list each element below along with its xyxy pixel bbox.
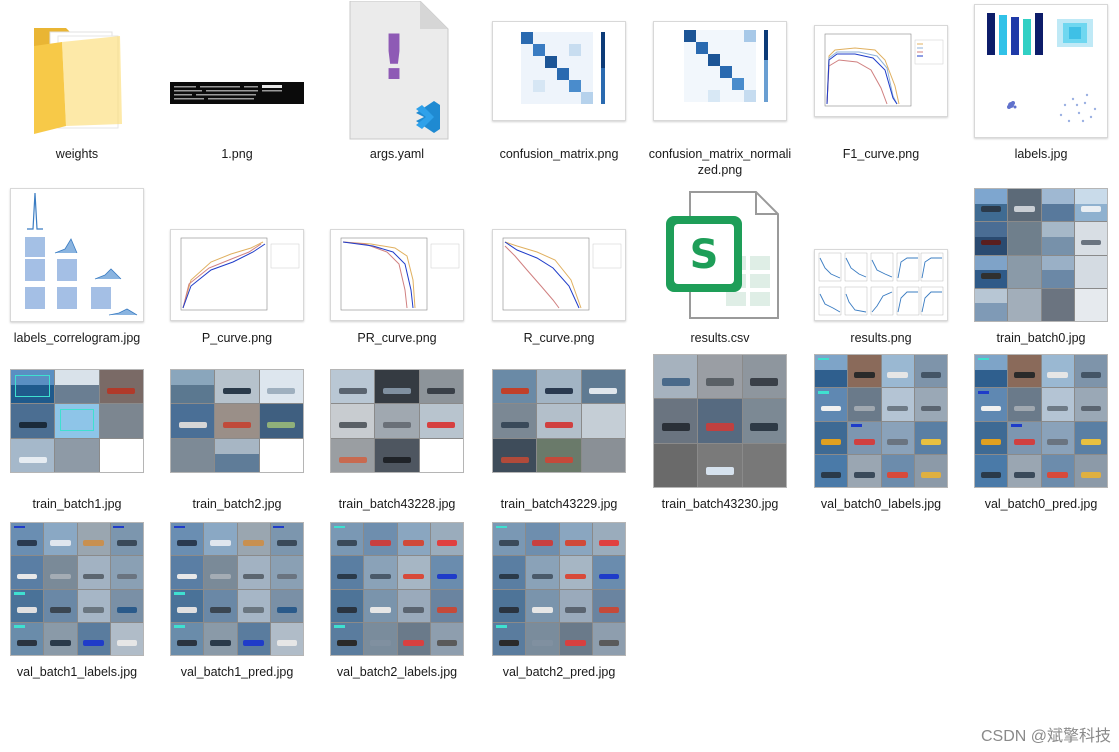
spreadsheet-icon: S — [653, 188, 787, 322]
photo-mosaic — [330, 369, 464, 473]
file-tile[interactable]: train_batch43228.jpg — [322, 354, 472, 512]
file-tile[interactable]: val_batch0_pred.jpg — [966, 354, 1116, 512]
file-name: F1_curve.png — [842, 147, 920, 161]
file-tile[interactable]: val_batch1_labels.jpg — [2, 522, 152, 680]
image-thumbnail — [170, 4, 304, 138]
file-name: results.png — [850, 331, 912, 345]
image-thumbnail — [330, 188, 464, 322]
terminal-preview — [170, 82, 304, 104]
file-name: train_batch1.jpg — [32, 497, 122, 511]
image-thumbnail — [492, 4, 626, 138]
file-name: val_batch1_labels.jpg — [16, 665, 138, 679]
file-name: train_batch43229.jpg — [500, 497, 618, 511]
file-tile[interactable]: train_batch43230.jpg — [645, 354, 795, 512]
image-thumbnail — [974, 4, 1108, 138]
image-thumbnail — [814, 354, 948, 488]
svg-text:S: S — [690, 232, 719, 278]
photo-mosaic — [974, 354, 1108, 488]
file-tile[interactable]: results.png — [806, 188, 956, 346]
image-thumbnail — [814, 188, 948, 322]
file-tile[interactable]: labels.jpg — [966, 4, 1116, 162]
yaml-file-icon: ! — [330, 1, 464, 140]
image-thumbnail — [170, 522, 304, 656]
file-tile[interactable]: val_batch0_labels.jpg — [806, 354, 956, 512]
file-name: labels_correlogram.jpg — [13, 331, 141, 345]
image-thumbnail — [814, 4, 948, 138]
file-name: 1.png — [221, 147, 253, 161]
file-tile[interactable]: confusion_matrix.png — [484, 4, 634, 162]
image-thumbnail — [974, 354, 1108, 488]
file-tile[interactable]: S results.csv — [645, 188, 795, 346]
file-tile[interactable]: train_batch2.jpg — [162, 354, 312, 512]
file-name: labels.jpg — [1014, 147, 1068, 161]
photo-mosaic — [10, 522, 144, 656]
photo-mosaic — [814, 354, 948, 488]
file-name: val_batch2_labels.jpg — [336, 665, 458, 679]
file-tile[interactable]: val_batch1_pred.jpg — [162, 522, 312, 680]
file-name: R_curve.png — [523, 331, 595, 345]
image-thumbnail — [10, 522, 144, 656]
file-name: weights — [55, 147, 99, 161]
image-thumbnail — [330, 354, 464, 488]
file-tile[interactable]: F1_curve.png — [806, 4, 956, 162]
file-tile[interactable]: ! args.yaml — [322, 1, 472, 162]
file-tile[interactable]: weights — [2, 4, 152, 162]
image-thumbnail — [653, 354, 787, 488]
file-name: PR_curve.png — [357, 331, 437, 345]
file-tile[interactable]: P_curve.png — [162, 188, 312, 346]
file-name: train_batch43228.jpg — [338, 497, 456, 511]
image-thumbnail — [10, 354, 144, 488]
file-tile[interactable]: val_batch2_labels.jpg — [322, 522, 472, 680]
file-tile[interactable]: train_batch0.jpg — [966, 188, 1116, 346]
file-name: args.yaml — [369, 147, 425, 161]
photo-mosaic — [492, 522, 626, 656]
file-name: results.csv — [690, 331, 750, 345]
file-name: confusion_matrix.png — [499, 147, 619, 161]
photo-mosaic — [170, 522, 304, 656]
image-thumbnail — [10, 188, 144, 322]
image-thumbnail — [653, 4, 787, 138]
svg-text:!: ! — [380, 21, 408, 94]
file-tile[interactable]: train_batch1.jpg — [2, 354, 152, 512]
file-tile[interactable]: 1.png — [162, 4, 312, 162]
file-name: val_batch1_pred.jpg — [180, 665, 294, 679]
file-name: train_batch2.jpg — [192, 497, 282, 511]
folder-icon — [10, 4, 144, 138]
file-tile[interactable]: R_curve.png — [484, 188, 634, 346]
file-name: P_curve.png — [201, 331, 273, 345]
photo-mosaic — [10, 369, 144, 473]
file-tile[interactable]: confusion_matrix_normalized.png — [645, 4, 795, 178]
image-thumbnail — [170, 188, 304, 322]
image-thumbnail — [492, 522, 626, 656]
file-name: val_batch0_pred.jpg — [984, 497, 1098, 511]
file-name: val_batch2_pred.jpg — [502, 665, 616, 679]
photo-mosaic — [653, 354, 787, 488]
image-thumbnail — [330, 522, 464, 656]
file-tile[interactable]: PR_curve.png — [322, 188, 472, 346]
file-tile[interactable]: val_batch2_pred.jpg — [484, 522, 634, 680]
image-thumbnail — [974, 188, 1108, 322]
file-tile[interactable]: train_batch43229.jpg — [484, 354, 634, 512]
image-thumbnail — [492, 188, 626, 322]
image-thumbnail — [492, 354, 626, 488]
file-name: train_batch43230.jpg — [661, 497, 779, 511]
image-thumbnail — [170, 354, 304, 488]
photo-mosaic — [330, 522, 464, 656]
photo-mosaic — [170, 369, 304, 473]
file-tile[interactable]: labels_correlogram.jpg — [2, 188, 152, 346]
csdn-watermark: CSDN @斌擎科技 — [980, 728, 1111, 745]
photo-mosaic — [974, 188, 1108, 322]
file-name: val_batch0_labels.jpg — [820, 497, 942, 511]
photo-mosaic — [492, 369, 626, 473]
file-name: confusion_matrix_normalized.png — [648, 147, 792, 177]
file-name: train_batch0.jpg — [996, 331, 1086, 345]
